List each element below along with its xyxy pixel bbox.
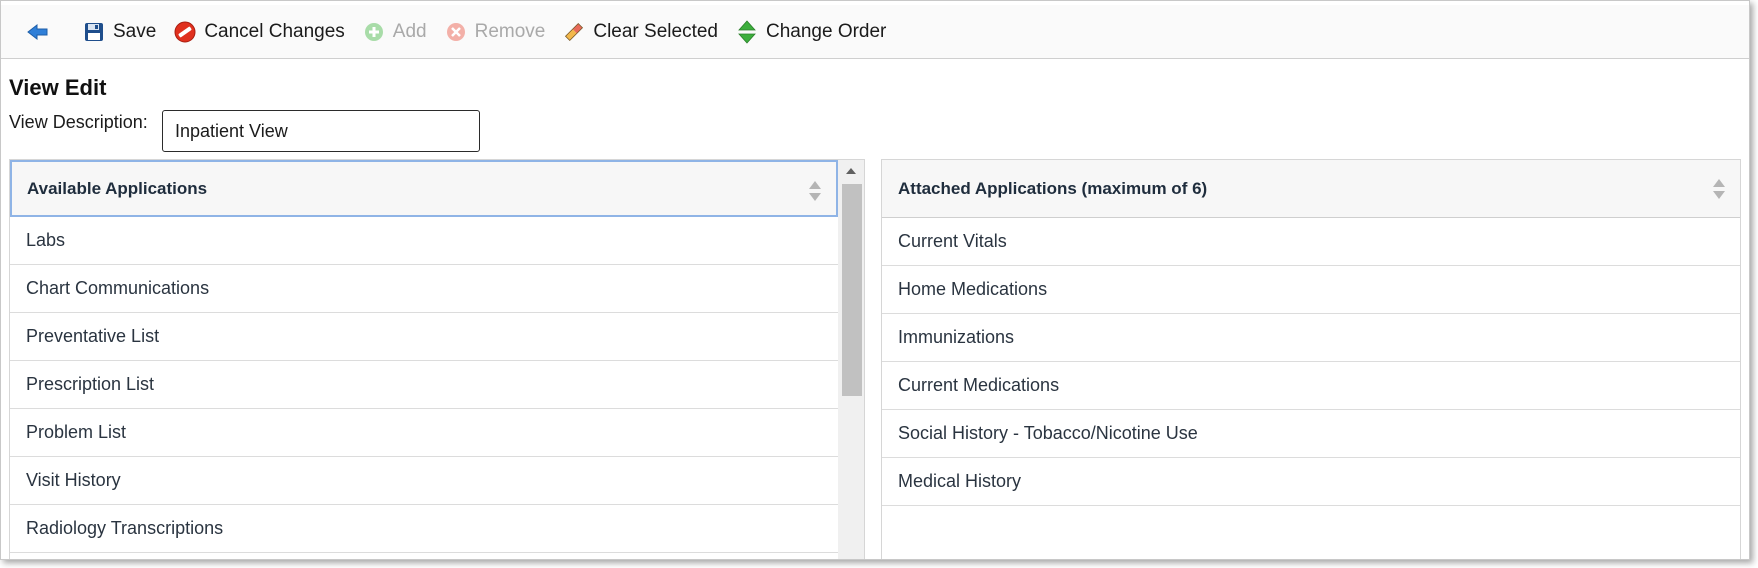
sort-icon[interactable] [808,180,822,202]
list-item-label: Home Medications [898,279,1048,299]
available-item-radiology-transcriptions[interactable]: Radiology Transcriptions [10,505,838,553]
eraser-icon [563,21,585,43]
available-item-problem-list[interactable]: Problem List [10,409,838,457]
list-item-label: Radiology Transcriptions [26,518,224,538]
attached-item-social-history[interactable]: Social History - Tobacco/Nicotine Use [882,410,1740,458]
page-title: View Edit [9,75,107,100]
cancel-changes-label: Cancel Changes [204,20,345,42]
list-item-label: Prescription List [26,374,155,394]
attached-applications-panel: Attached Applications (maximum of 6) Cur… [881,159,1741,559]
available-item-chart-communications[interactable]: Chart Communications [10,265,838,313]
list-item-label: Preventative List [26,326,160,346]
up-down-arrows-icon [736,19,758,44]
available-item-visit-history[interactable]: Visit History [10,457,838,505]
remove-circle-icon [445,21,467,43]
list-item-label: Social History - Tobacco/Nicotine Use [898,423,1198,443]
cancel-icon [174,21,196,43]
sort-icon[interactable] [1712,178,1726,200]
available-scrollbar[interactable] [838,160,864,559]
list-item-label: Visit History [26,470,121,490]
available-applications-panel: Available Applications Labs Chart Commun… [9,159,865,559]
remove-label: Remove [474,20,546,42]
attached-item-immunizations[interactable]: Immunizations [882,314,1740,362]
attached-applications-title: Attached Applications (maximum of 6) [898,178,1208,198]
toolbar: Save Cancel Changes Add Remove Clear Sel… [1,5,1749,59]
change-order-button[interactable]: Change Order [736,19,887,44]
clear-selected-label: Clear Selected [593,20,718,42]
available-applications-header[interactable]: Available Applications [10,160,838,217]
attached-item-current-vitals[interactable]: Current Vitals [882,218,1740,266]
available-item-preventative-list[interactable]: Preventative List [10,313,838,361]
scroll-up-arrow-icon[interactable] [838,160,864,182]
add-button[interactable]: Add [363,21,427,43]
list-item-label: Medical History [898,471,1022,491]
clear-selected-button[interactable]: Clear Selected [563,21,718,43]
available-item-prescription-list[interactable]: Prescription List [10,361,838,409]
list-item-label: Current Medications [898,375,1060,395]
change-order-label: Change Order [765,20,887,42]
view-description-label: View Description: [9,112,148,132]
list-item-label: Immunizations [898,327,1015,347]
save-label: Save [113,20,157,42]
view-edit-window: Save Cancel Changes Add Remove Clear Sel… [0,0,1750,560]
list-item-label: Problem List [26,422,127,442]
cancel-changes-button[interactable]: Cancel Changes [174,20,345,43]
save-button[interactable]: Save [83,21,156,43]
view-description-input[interactable] [162,110,480,152]
available-item-labs[interactable]: Labs [10,217,838,265]
floppy-disk-icon [83,21,105,43]
attached-applications-header[interactable]: Attached Applications (maximum of 6) [882,160,1740,218]
attached-item-home-medications[interactable]: Home Medications [882,266,1740,314]
list-item-label: Labs [26,230,66,250]
available-applications-title: Available Applications [27,178,208,198]
add-label: Add [392,20,427,42]
attached-item-current-medications[interactable]: Current Medications [882,362,1740,410]
scroll-thumb[interactable] [842,184,862,396]
list-item-label: Current Vitals [898,231,1007,251]
back-button[interactable] [27,21,57,43]
attached-item-medical-history[interactable]: Medical History [882,458,1740,506]
remove-button[interactable]: Remove [445,20,546,43]
plus-circle-icon [363,21,385,43]
list-item-label: Chart Communications [26,278,210,298]
back-arrow-icon [27,21,49,43]
